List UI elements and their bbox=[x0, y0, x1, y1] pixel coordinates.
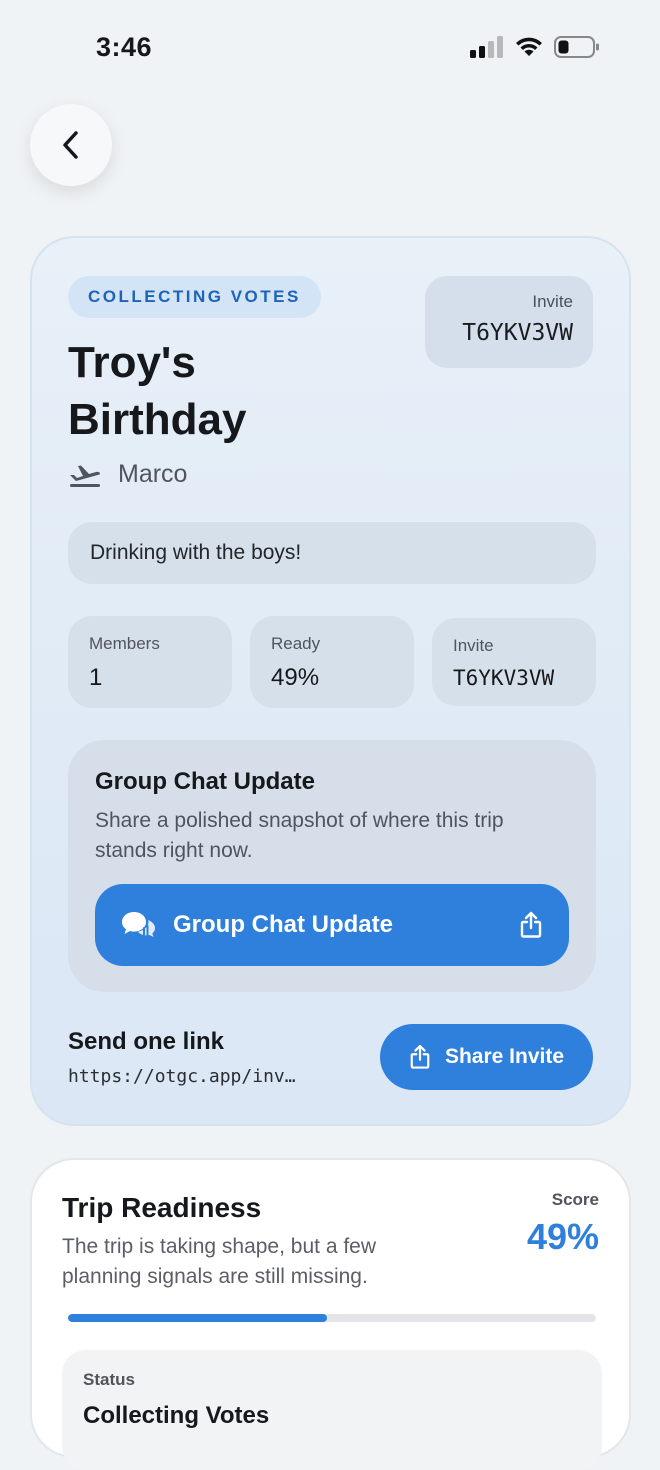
trip-title: Troy's Birthday bbox=[68, 338, 247, 444]
stat-invite[interactable]: Invite T6YKV3VW bbox=[432, 618, 596, 706]
stat-label: Members bbox=[89, 634, 160, 653]
share-icon bbox=[520, 911, 542, 938]
trip-description: Drinking with the boys! bbox=[68, 522, 596, 584]
share-icon bbox=[410, 1044, 430, 1069]
invite-label: Invite bbox=[532, 292, 573, 311]
score-value: 49% bbox=[526, 1216, 599, 1257]
status-card: Status Collecting Votes bbox=[62, 1350, 602, 1470]
stat-members: Members 1 bbox=[68, 616, 232, 708]
score-label: Score bbox=[551, 1190, 599, 1209]
stat-label: Invite bbox=[453, 636, 494, 655]
battery-icon bbox=[554, 36, 599, 58]
group-chat-update-button[interactable]: Group Chat Update bbox=[95, 884, 569, 966]
stat-value: T6YKV3VW bbox=[453, 666, 555, 690]
wifi-icon bbox=[516, 37, 542, 56]
trip-hero-card: COLLECTING VOTES Invite T6YKV3VW Troy's … bbox=[30, 236, 631, 1126]
send-link-title: Send one link bbox=[68, 1028, 225, 1055]
trip-readiness-card: Trip Readiness The trip is taking shape,… bbox=[30, 1158, 631, 1470]
back-button[interactable] bbox=[30, 104, 112, 186]
stat-label: Ready bbox=[271, 634, 321, 653]
host-name: Marco bbox=[118, 460, 188, 488]
readiness-progress-fill bbox=[68, 1314, 327, 1322]
chat-bubbles-icon bbox=[122, 912, 155, 938]
stat-ready: Ready 49% bbox=[250, 616, 414, 708]
readiness-progress-bar bbox=[68, 1314, 596, 1322]
share-invite-button[interactable]: Share Invite bbox=[380, 1024, 593, 1090]
group-chat-subtitle: Share a polished snapshot of where this … bbox=[95, 809, 504, 862]
status-label: Status bbox=[83, 1370, 135, 1389]
stat-value: 49% bbox=[271, 664, 320, 691]
status-value: Collecting Votes bbox=[83, 1402, 270, 1429]
share-invite-label: Share Invite bbox=[444, 1045, 565, 1068]
status-pill: COLLECTING VOTES bbox=[68, 276, 321, 318]
invite-code: T6YKV3VW bbox=[462, 320, 573, 346]
readiness-subtitle: The trip is taking shape, but a few plan… bbox=[62, 1235, 377, 1288]
group-chat-update-card: Group Chat Update Share a polished snaps… bbox=[68, 740, 596, 992]
chevron-left-icon bbox=[63, 131, 78, 159]
invite-code-card[interactable]: Invite T6YKV3VW bbox=[425, 276, 593, 368]
stat-value: 1 bbox=[89, 664, 103, 691]
readiness-title: Trip Readiness bbox=[62, 1192, 262, 1223]
group-chat-button-label: Group Chat Update bbox=[173, 911, 393, 938]
status-bar: 3:46 bbox=[0, 0, 660, 96]
airplane-departure-icon bbox=[70, 465, 101, 487]
invite-url[interactable]: https://otgc.app/inv… bbox=[68, 1066, 296, 1087]
group-chat-title: Group Chat Update bbox=[95, 768, 315, 795]
cellular-signal-icon bbox=[470, 36, 503, 58]
status-icons bbox=[470, 36, 600, 58]
trip-host: Marco bbox=[68, 460, 187, 489]
clock: 3:46 bbox=[96, 32, 153, 62]
